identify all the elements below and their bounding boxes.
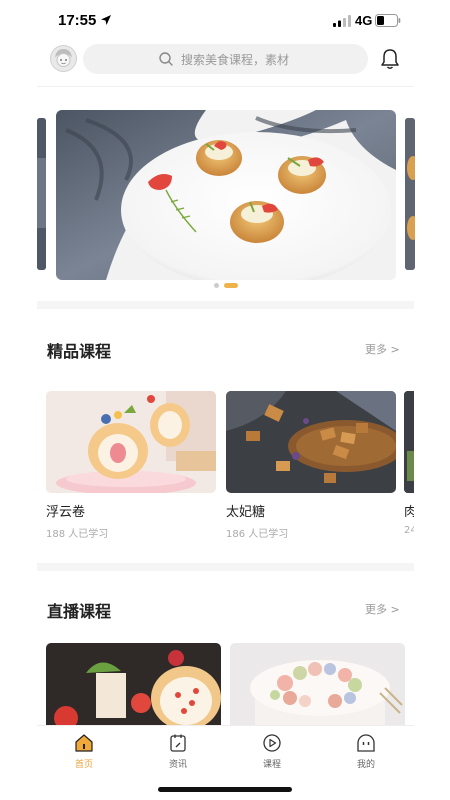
home-icon <box>75 734 93 752</box>
avatar[interactable] <box>50 45 77 72</box>
banner-slide[interactable] <box>56 110 396 280</box>
banner-pagination <box>214 283 244 289</box>
course-card-image-partial[interactable] <box>404 391 414 493</box>
top-header: 搜索美食课程，素材 <box>0 40 450 86</box>
banner-prev-slide[interactable] <box>37 118 46 270</box>
search-input[interactable]: 搜索美食课程，素材 <box>83 44 368 74</box>
nav-item-news[interactable]: 资讯 <box>148 733 208 773</box>
search-placeholder: 搜索美食课程，素材 <box>181 53 290 67</box>
pagination-dot-active[interactable] <box>224 283 238 288</box>
status-bar: 17:55 4G <box>0 0 450 40</box>
battery-icon <box>375 14 401 27</box>
nav-label-news: 资讯 <box>168 760 187 770</box>
home-indicator[interactable] <box>158 787 292 792</box>
nav-label-profile: 我的 <box>356 760 375 770</box>
course-learners: 24 <box>404 525 414 536</box>
status-time: 17:55 <box>58 12 97 29</box>
live-course-image[interactable] <box>46 643 221 728</box>
live-course-image[interactable] <box>230 643 405 728</box>
live-section-title: 直播课程 <box>47 602 112 621</box>
banner-image <box>56 110 396 280</box>
nav-label-courses: 课程 <box>262 760 281 770</box>
course-learners: 188 人已学习 <box>46 529 109 540</box>
nav-label-home: 首页 <box>74 760 93 770</box>
nav-item-courses[interactable]: 课程 <box>242 733 302 773</box>
course-learners: 186 人已学习 <box>226 529 289 540</box>
nav-item-profile[interactable]: 我的 <box>336 733 396 773</box>
course-image-cloud-roll <box>46 391 216 493</box>
section-divider <box>37 563 414 571</box>
location-arrow-icon <box>101 15 111 25</box>
bottom-navigation: 首页 资讯 课程 我的 <box>37 725 414 773</box>
header-divider <box>37 86 414 87</box>
course-title[interactable]: 肉 <box>404 501 414 520</box>
banner-next-slide[interactable] <box>405 118 415 270</box>
bell-icon[interactable] <box>380 48 400 70</box>
search-icon <box>159 52 173 66</box>
profile-icon <box>357 734 375 752</box>
course-title[interactable]: 太妃糖 <box>226 501 265 520</box>
section-divider <box>37 301 414 309</box>
course-play-icon <box>263 734 281 752</box>
course-title[interactable]: 浮云卷 <box>46 501 85 520</box>
live-image-flower-cake <box>230 643 405 728</box>
course-card-image[interactable] <box>226 391 396 493</box>
live-more-link[interactable]: 更多 > <box>365 601 400 617</box>
pagination-dot[interactable] <box>214 283 219 288</box>
avatar-face-icon <box>50 45 77 72</box>
news-icon <box>170 734 186 752</box>
featured-section-title: 精品课程 <box>47 342 112 361</box>
live-image-roll-cake <box>46 643 221 728</box>
nav-item-home[interactable]: 首页 <box>54 733 114 773</box>
network-type: 4G <box>355 13 373 28</box>
featured-more-link[interactable]: 更多 > <box>365 341 400 357</box>
signal-icon <box>333 15 351 27</box>
course-card-image[interactable] <box>46 391 216 493</box>
course-image-toffee <box>226 391 396 493</box>
